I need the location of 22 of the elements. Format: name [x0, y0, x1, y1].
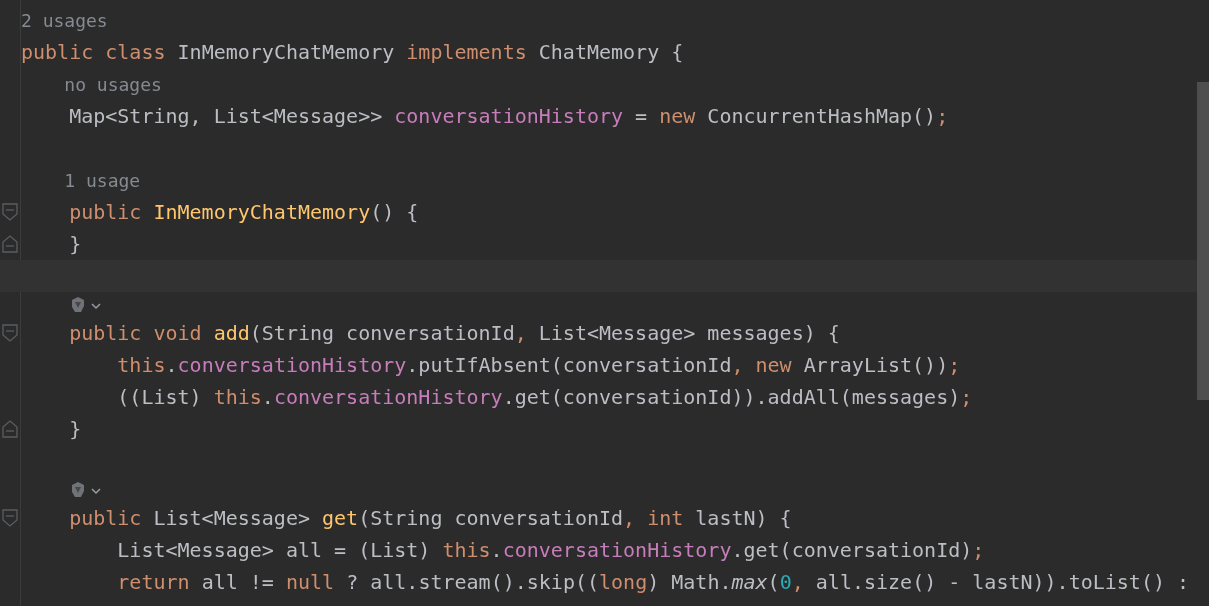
fold-icon[interactable] [2, 203, 18, 221]
fold-icon[interactable] [2, 509, 18, 527]
code-line: Map<String, List<Message>> conversationHistory = new ConcurrentHashMap(); [68, 104, 949, 128]
code-line: public class InMemoryChatMemory implements ChatMemory { [21, 40, 684, 64]
code-line: public InMemoryChatMemory() { [68, 200, 419, 224]
fold-icon[interactable] [2, 235, 18, 253]
code-line: return all != null ? all.stream().skip((long) Math.max(0, all.size() - lastN)).toList() : [116, 570, 1190, 594]
usages-hint[interactable]: 1 usage [21, 169, 141, 191]
code-line: this.conversationHistory.putIfAbsent(conversationId, new ArrayList()); [116, 353, 961, 377]
code-line: } [68, 417, 82, 441]
fold-icon[interactable] [2, 324, 18, 342]
code-line: ((List) this.conversationHistory.get(conversationId)).addAll(messages); [116, 385, 973, 409]
ai-actions-icon[interactable] [69, 295, 103, 314]
usages-hint[interactable]: 2 usages [21, 9, 108, 31]
code-line: public List<Message> get(String conversationId, int lastN) { [68, 506, 792, 530]
code-line: } [68, 232, 82, 256]
code-line: List<Message> all = (List) this.conversationHistory.get(conversationId); [116, 538, 985, 562]
code-line: public void add(String conversationId, List<Message> messages) { [68, 321, 840, 345]
usages-hint[interactable]: no usages [21, 73, 162, 95]
fold-icon[interactable] [2, 420, 18, 438]
ai-actions-icon[interactable] [69, 480, 103, 499]
scrollbar[interactable] [1197, 82, 1209, 400]
